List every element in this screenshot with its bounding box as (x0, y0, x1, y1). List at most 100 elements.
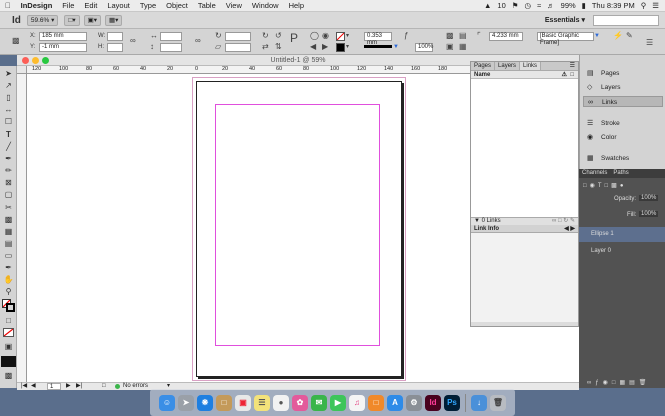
w-field[interactable] (107, 32, 123, 41)
wifi-icon[interactable]: ≈ (537, 1, 541, 10)
object-style-dropdown-icon[interactable]: ▼ (594, 32, 600, 40)
shear-field[interactable] (225, 43, 251, 52)
fill-field[interactable]: 100% (639, 211, 659, 217)
dock-item-layers[interactable]: ◇ Layers (583, 82, 663, 93)
menu-view[interactable]: View (221, 1, 247, 10)
corner-options-icon[interactable]: ⌜ (477, 32, 481, 40)
eyedropper-tool-icon[interactable]: ✒ (3, 262, 14, 273)
screen-mode-button[interactable]: ▣▾ (83, 14, 102, 26)
stroke-type-preview[interactable] (364, 45, 392, 48)
scale-x-field[interactable] (160, 32, 182, 41)
content-collector-icon[interactable]: ☐ (3, 116, 14, 127)
gradient-feather-tool-icon[interactable]: ▤ (3, 238, 14, 249)
flip-horizontal-icon[interactable]: ⇄ (262, 43, 269, 51)
select-container-icon[interactable]: ◯ (310, 32, 319, 40)
search-icon[interactable]: ⚲ (641, 1, 647, 10)
stroke-dropdown-icon[interactable]: ▾ (346, 43, 349, 51)
reference-point-icon[interactable]: ▩ (12, 37, 20, 45)
pen-tool-icon[interactable]: ✒ (3, 153, 14, 164)
select-content-icon[interactable]: ◉ (322, 32, 329, 40)
constrain-proportions-icon[interactable]: ∞ (130, 37, 136, 45)
apple-menu-icon[interactable]:  (0, 1, 16, 10)
shear-icon[interactable]: ▱ (215, 43, 221, 51)
fill-swatch[interactable] (336, 32, 345, 41)
screen-mode-icon[interactable]: ▩ (3, 370, 14, 381)
object-style-dropdown[interactable]: [Basic Graphic Frame] (537, 32, 594, 46)
downloads-folder-icon[interactable]: ↓ (471, 394, 487, 411)
next-page-button[interactable]: ▶ (66, 383, 71, 390)
constrain-scale-icon[interactable]: ∞ (195, 37, 201, 45)
apply-color-icon[interactable]: ▣ (3, 341, 14, 352)
calendar-icon[interactable]: ▣ (235, 394, 251, 411)
app-status-icon[interactable]: ▲ (484, 1, 491, 10)
layer-filter-icons[interactable]: □◉T□▩● (583, 182, 626, 189)
note-tool-icon[interactable]: ▭ (3, 250, 14, 261)
menubar-clock[interactable]: Thu 8:39 PM (592, 1, 635, 10)
scissors-tool-icon[interactable]: ✂ (3, 202, 14, 213)
menu-file[interactable]: File (57, 1, 79, 10)
contacts-icon[interactable]: □ (216, 394, 232, 411)
menu-edit[interactable]: Edit (79, 1, 102, 10)
dock-item-swatches[interactable]: ▦ Swatches (583, 153, 663, 164)
close-window-button[interactable] (22, 57, 29, 64)
messages-icon[interactable]: ✉ (311, 394, 327, 411)
y-field[interactable]: -1 mm (39, 43, 87, 52)
flip-vertical-icon[interactable]: ⇅ (275, 43, 282, 51)
safari-icon[interactable]: ❋ (197, 394, 213, 411)
rotate-cw-icon[interactable]: ↻ (262, 32, 269, 40)
view-options-button[interactable]: □▾ (64, 14, 80, 26)
relink-icons[interactable]: ∞ □ ↻ ✎ (552, 218, 578, 225)
menu-indesign[interactable]: InDesign (16, 1, 58, 10)
control-panel-menu-icon[interactable]: ☰ (646, 39, 653, 47)
indesign-dock-icon[interactable]: Id (425, 394, 441, 411)
fit-content-frame-icon[interactable]: ▩ (446, 32, 454, 40)
fill-frame-icon[interactable]: ▦ (459, 43, 467, 51)
quick-apply-icon[interactable]: ⚡ (613, 32, 623, 40)
notes-icon[interactable]: ☰ (254, 394, 270, 411)
tab-layers[interactable]: Layers (495, 62, 521, 70)
opacity-field[interactable]: 100% (415, 43, 433, 52)
stroke-swatch[interactable] (336, 43, 345, 52)
workspace-switcher[interactable]: Essentials ▾ (545, 16, 585, 24)
select-next-icon[interactable]: ▶ (322, 43, 328, 51)
menu-table[interactable]: Table (193, 1, 221, 10)
ruler-origin[interactable] (17, 66, 27, 74)
app-store-icon[interactable]: A (387, 394, 403, 411)
menu-type[interactable]: Type (135, 1, 161, 10)
fx-icon[interactable]: ƒ (404, 32, 408, 40)
x-field[interactable]: 185 mm (39, 32, 87, 41)
launchpad-icon[interactable]: ➤ (178, 394, 194, 411)
layer-actions-icons[interactable]: ∞ƒ◉□▦▤🗑 (587, 379, 650, 386)
stroke-type-dropdown-icon[interactable]: ▼ (393, 43, 399, 51)
apply-none-button[interactable] (3, 328, 14, 337)
h-field[interactable] (107, 43, 123, 52)
zoom-tool-icon[interactable]: ⚲ (3, 286, 14, 297)
first-page-button[interactable]: |◀ (21, 383, 27, 390)
select-previous-icon[interactable]: ◀ (310, 43, 316, 51)
zoom-window-button[interactable] (42, 57, 49, 64)
layer-row[interactable]: Ellipse 1 (579, 227, 665, 242)
selection-tool-icon[interactable]: ➤ (3, 68, 14, 79)
flag-icon[interactable]: ⚑ (512, 1, 519, 10)
layer-row[interactable]: Layer 0 (579, 244, 665, 259)
tab-channels[interactable]: Channels (579, 169, 610, 178)
dock-item-stroke[interactable]: ☰ Stroke (583, 118, 663, 129)
gap-tool-icon[interactable]: ↔ (3, 104, 14, 115)
facetime-icon[interactable]: ▶ (330, 394, 346, 411)
minimize-window-button[interactable] (32, 57, 39, 64)
scale-y-field[interactable] (160, 43, 182, 52)
menu-window[interactable]: Window (247, 1, 284, 10)
menu-object[interactable]: Object (161, 1, 193, 10)
type-tool-icon[interactable]: T (3, 129, 14, 140)
links-list[interactable] (471, 79, 578, 217)
line-tool-icon[interactable]: ╱ (3, 141, 14, 152)
new-style-icon[interactable]: ✎ (626, 32, 633, 40)
link-info-header[interactable]: Link Info ◀ ▶ (471, 225, 578, 233)
finder-icon[interactable]: ☺ (159, 394, 175, 411)
hand-tool-icon[interactable]: ✋ (3, 274, 14, 285)
screen-mode-preview-swatch[interactable] (1, 356, 16, 367)
rotate-ccw-icon[interactable]: ↺ (275, 32, 282, 40)
tab-links[interactable]: Links (520, 62, 542, 70)
page-number-field[interactable]: 1 (47, 383, 61, 390)
reminders-icon[interactable]: ● (273, 394, 289, 411)
